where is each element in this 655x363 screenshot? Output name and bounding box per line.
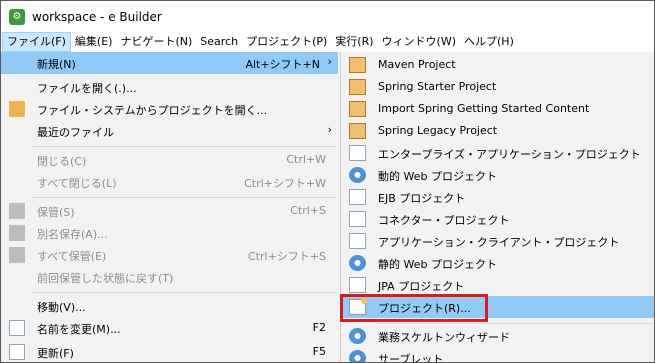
menu-item-new[interactable]: 新規(N) Alt+シフト+N ›	[1, 52, 338, 74]
ejb-project-icon	[349, 189, 366, 205]
submenu-label: サーブレット	[378, 353, 444, 363]
app-client-icon	[349, 233, 366, 249]
save-icon	[9, 203, 25, 219]
new-shortcut: Alt+シフト+N	[245, 58, 320, 71]
rename-label: 名前を変更(M)...	[37, 323, 121, 336]
submenu-label: EJB プロジェクト	[378, 192, 466, 205]
close-shortcut: Ctrl+W	[286, 153, 326, 166]
menu-item-save-all[interactable]: すべて保管(E) Ctrl+シフト+S	[1, 244, 338, 266]
close-all-shortcut: Ctrl+シフト+W	[244, 177, 326, 190]
save-label: 保管(S)	[37, 206, 75, 219]
menu-search[interactable]: Search	[196, 32, 242, 52]
refresh-shortcut: F5	[312, 345, 326, 358]
menu-item-recent[interactable]: 最近のファイル ›	[1, 120, 338, 142]
new-label: 新規(N)	[37, 58, 76, 71]
recent-label: 最近のファイル	[37, 126, 114, 139]
submenu-label: Spring Starter Project	[378, 80, 497, 93]
folder-icon	[9, 101, 25, 117]
submenu-label: Import Spring Getting Started Content	[378, 102, 590, 115]
open-project-label: ファイル・システムからプロジェクトを開く...	[37, 104, 268, 117]
menu-item-open-file[interactable]: ファイルを開く(.)...	[1, 76, 338, 98]
menu-item-close-all[interactable]: すべて閉じる(L) Ctrl+シフト+W	[1, 171, 338, 193]
submenu-label: アプリケーション・クライアント・プロジェクト	[378, 236, 620, 249]
menu-item-move[interactable]: 移動(V)...	[1, 295, 338, 317]
save-shortcut: Ctrl+S	[290, 204, 326, 217]
menu-run[interactable]: 実行(R)	[331, 32, 377, 52]
submenu-label: 静的 Web プロジェクト	[378, 258, 497, 271]
move-label: 移動(V)...	[37, 301, 86, 314]
save-all-shortcut: Ctrl+シフト+S	[248, 250, 326, 263]
file-menu: 新規(N) Alt+シフト+N › ファイルを開く(.)... ファイル・システ…	[1, 52, 341, 362]
revert-label: 前回保管した状態に戻す(T)	[37, 272, 174, 285]
title-bar: ⚙ workspace - e Builder	[1, 1, 654, 32]
enterprise-app-icon	[349, 145, 366, 161]
menu-help[interactable]: ヘルプ(H)	[460, 32, 518, 52]
submenu-label: Maven Project	[378, 58, 456, 71]
skeleton-wizard-icon	[349, 328, 366, 344]
menu-item-refresh[interactable]: 更新(F) F5	[1, 341, 338, 362]
refresh-icon	[9, 344, 25, 360]
submenu-item-spring-starter[interactable]: Spring Starter Project	[341, 76, 654, 98]
rename-icon	[9, 320, 25, 336]
submenu-item-maven[interactable]: Maven Project	[341, 54, 654, 76]
submenu-item-enterprise-app[interactable]: エンタープライズ・アプリケーション・プロジェクト	[341, 142, 654, 164]
menu-edit[interactable]: 編集(E)	[71, 32, 117, 52]
close-all-label: すべて閉じる(L)	[37, 177, 117, 190]
spring-import-icon	[349, 101, 366, 117]
static-web-icon	[349, 255, 366, 271]
submenu-label: Spring Legacy Project	[378, 124, 498, 137]
jpa-project-icon	[349, 277, 366, 293]
menu-item-rename[interactable]: 名前を変更(M)... F2	[1, 317, 338, 339]
menu-separator	[33, 292, 336, 293]
dynamic-web-icon	[349, 167, 366, 183]
window-frame: ⚙ workspace - e Builder ファイル(F) 編集(E) ナビ…	[0, 0, 655, 363]
submenu-item-jpa[interactable]: JPA プロジェクト	[341, 274, 654, 296]
menu-item-save[interactable]: 保管(S) Ctrl+S	[1, 200, 338, 222]
submenu-item-spring-import[interactable]: Import Spring Getting Started Content	[341, 98, 654, 120]
menu-separator	[375, 323, 653, 324]
spring-legacy-icon	[349, 123, 366, 139]
submenu-label: コネクター・プロジェクト	[378, 214, 510, 227]
menu-item-open-project[interactable]: ファイル・システムからプロジェクトを開く...	[1, 98, 338, 120]
save-all-label: すべて保管(E)	[37, 250, 107, 263]
save-all-icon	[9, 247, 25, 263]
menu-file[interactable]: ファイル(F)	[2, 32, 71, 52]
window-title: workspace - e Builder	[32, 9, 162, 24]
maven-project-icon	[349, 57, 366, 73]
servlet-icon	[349, 350, 366, 362]
submenu-item-dynamic-web[interactable]: 動的 Web プロジェクト	[341, 164, 654, 186]
refresh-label: 更新(F)	[37, 347, 74, 360]
menu-window[interactable]: ウィンドウ(W)	[378, 32, 460, 52]
submenu-item-ejb[interactable]: EJB プロジェクト	[341, 186, 654, 208]
connector-project-icon	[349, 211, 366, 227]
menu-item-close[interactable]: 閉じる(C) Ctrl+W	[1, 149, 338, 171]
submenu-label: 業務スケルトンウィザード	[378, 331, 510, 344]
submenu-item-static-web[interactable]: 静的 Web プロジェクト	[341, 252, 654, 274]
menu-item-save-as[interactable]: 別名保存(A)...	[1, 222, 338, 244]
menu-item-revert[interactable]: 前回保管した状態に戻す(T)	[1, 266, 338, 288]
menu-bar: ファイル(F) 編集(E) ナビゲート(N) Search プロジェクト(P) …	[1, 32, 654, 52]
rename-shortcut: F2	[312, 321, 326, 334]
submenu-arrow-icon: ›	[327, 55, 332, 68]
menu-separator	[33, 197, 336, 198]
open-file-label: ファイルを開く(.)...	[37, 82, 137, 95]
save-as-icon	[9, 225, 25, 241]
eclipse-app-icon: ⚙	[9, 8, 25, 25]
save-as-label: 別名保存(A)...	[37, 228, 108, 241]
highlight-annotation-box	[340, 294, 488, 322]
submenu-label: 動的 Web プロジェクト	[378, 170, 497, 183]
submenu-item-connector[interactable]: コネクター・プロジェクト	[341, 208, 654, 230]
submenu-item-skeleton-wizard[interactable]: 業務スケルトンウィザード	[341, 325, 654, 347]
menu-navigate[interactable]: ナビゲート(N)	[116, 32, 196, 52]
submenu-item-servlet[interactable]: サーブレット	[341, 347, 654, 363]
close-label: 閉じる(C)	[37, 155, 87, 168]
submenu-item-spring-legacy[interactable]: Spring Legacy Project	[341, 120, 654, 142]
submenu-label: エンタープライズ・アプリケーション・プロジェクト	[378, 148, 641, 161]
submenu-arrow-icon: ›	[327, 123, 332, 136]
menu-project[interactable]: プロジェクト(P)	[242, 32, 331, 52]
menu-separator	[33, 146, 336, 147]
submenu-item-app-client[interactable]: アプリケーション・クライアント・プロジェクト	[341, 230, 654, 252]
spring-starter-icon	[349, 79, 366, 95]
submenu-label: JPA プロジェクト	[378, 280, 465, 293]
